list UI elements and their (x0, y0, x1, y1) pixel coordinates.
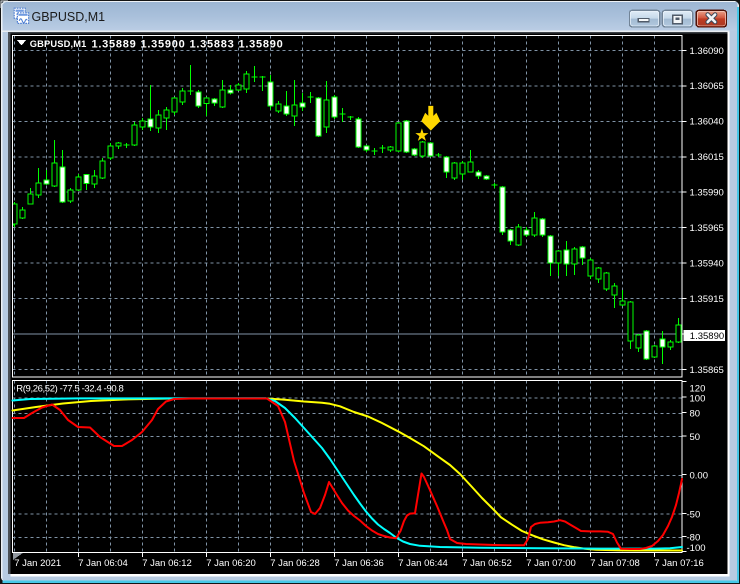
svg-text:-100: -100 (687, 543, 706, 554)
svg-text:1.35865: 1.35865 (690, 365, 724, 376)
svg-text:GBPUSD,M1: GBPUSD,M1 (30, 39, 87, 49)
svg-text:50: 50 (690, 432, 701, 443)
svg-text:7 Jan 06:20: 7 Jan 06:20 (206, 558, 256, 569)
svg-text:-50: -50 (687, 509, 701, 520)
svg-text:1.36040: 1.36040 (690, 117, 724, 128)
svg-text:7 Jan 2021: 7 Jan 2021 (14, 558, 61, 569)
svg-text:7 Jan 06:36: 7 Jan 06:36 (334, 558, 384, 569)
svg-text:1.35990: 1.35990 (690, 188, 724, 199)
svg-text:1.36090: 1.36090 (690, 46, 724, 57)
svg-text:1.36015: 1.36015 (690, 152, 724, 163)
svg-text:1.35890: 1.35890 (239, 39, 284, 51)
svg-text:1.36065: 1.36065 (690, 81, 724, 92)
svg-text:7 Jan 06:44: 7 Jan 06:44 (398, 558, 448, 569)
svg-text:1.35915: 1.35915 (690, 294, 724, 305)
svg-text:7 Jan 07:16: 7 Jan 07:16 (654, 558, 704, 569)
svg-text:GBPUSD,M1: GBPUSD,M1 (32, 10, 106, 24)
svg-text:1.35883: 1.35883 (190, 39, 235, 51)
svg-text:1.35900: 1.35900 (141, 39, 186, 51)
svg-text:1.35965: 1.35965 (690, 223, 724, 234)
svg-text:7 Jan 06:12: 7 Jan 06:12 (142, 558, 192, 569)
svg-text:80: 80 (690, 409, 701, 420)
svg-text:1.35889: 1.35889 (92, 39, 137, 51)
svg-text:7 Jan 06:52: 7 Jan 06:52 (462, 558, 512, 569)
svg-text:1.35890: 1.35890 (690, 331, 724, 342)
svg-text:1.35940: 1.35940 (690, 259, 724, 270)
svg-text:0.00: 0.00 (690, 471, 709, 482)
svg-text:R(9,26,52) -77.5 -32.4 -90.8: R(9,26,52) -77.5 -32.4 -90.8 (16, 383, 123, 394)
svg-text:100: 100 (690, 393, 706, 404)
svg-text:7 Jan 06:04: 7 Jan 06:04 (78, 558, 128, 569)
svg-text:7 Jan 07:08: 7 Jan 07:08 (590, 558, 640, 569)
svg-text:7 Jan 06:28: 7 Jan 06:28 (270, 558, 320, 569)
svg-text:7 Jan 07:00: 7 Jan 07:00 (526, 558, 576, 569)
